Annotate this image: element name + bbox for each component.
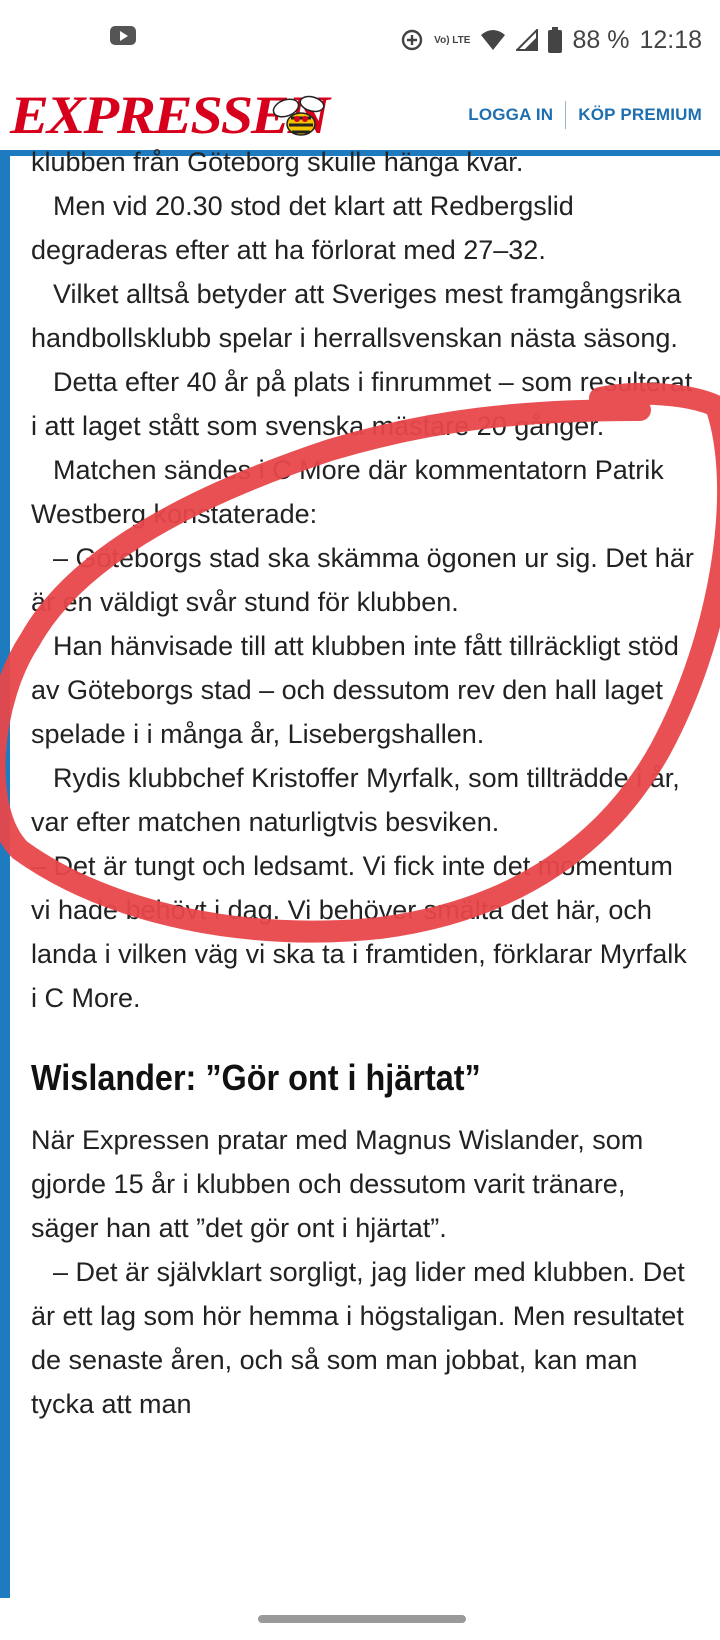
- article-paragraph: Vilket alltså betyder att Sveriges mest …: [31, 279, 682, 353]
- wasp-icon: [272, 95, 325, 136]
- wifi-icon: [480, 29, 506, 51]
- login-link[interactable]: LOGGA IN: [468, 105, 553, 125]
- article-paragraph: Matchen sändes i C More där kommentatorn…: [31, 455, 664, 529]
- article-paragraph: Han hänvisade till att klubben inte fått…: [31, 631, 679, 749]
- youtube-notification-icon: [110, 26, 136, 45]
- battery-icon: [548, 27, 563, 53]
- article-paragraph: Rydis klubbchef Kristoffer Myrfalk, som …: [31, 763, 680, 837]
- data-saver-icon: [400, 28, 424, 52]
- article-paragraph: klubben från Göteborg skulle hänga kvar.: [31, 147, 524, 177]
- article-paragraph: Men vid 20.30 stod det klart att Redberg…: [31, 191, 574, 265]
- article-paragraph: Detta efter 40 år på plats i finrummet –…: [31, 367, 693, 441]
- article-subheading: Wislander: ”Gör ont i hjärtat”: [31, 1057, 481, 1098]
- article-paragraph: – Det är tungt och ledsamt. Vi fick inte…: [31, 851, 687, 1013]
- cell-signal-icon: [516, 29, 539, 51]
- status-bar: Vo) LTE 88 % 12:18: [0, 0, 720, 80]
- clock: 12:18: [639, 25, 702, 54]
- header-divider: [565, 101, 567, 129]
- home-gesture-handle[interactable]: [258, 1615, 466, 1623]
- article-paragraph: När Expressen pratar med Magnus Wislande…: [31, 1125, 644, 1243]
- article-accent-bar: [0, 156, 10, 1598]
- article-body: klubben från Göteborg skulle hänga kvar.…: [31, 140, 699, 1426]
- expressen-logo[interactable]: EXPRESSEN: [10, 86, 330, 144]
- buy-premium-link[interactable]: KÖP PREMIUM: [578, 105, 702, 125]
- article-paragraph: – Det är självklart sorgligt, jag lider …: [31, 1257, 685, 1419]
- volte-icon: Vo) LTE: [434, 34, 471, 46]
- battery-percentage: 88 %: [572, 25, 630, 54]
- navigation-bar: [0, 1598, 720, 1640]
- article-paragraph: – Göteborgs stad ska skämma ögonen ur si…: [31, 543, 694, 617]
